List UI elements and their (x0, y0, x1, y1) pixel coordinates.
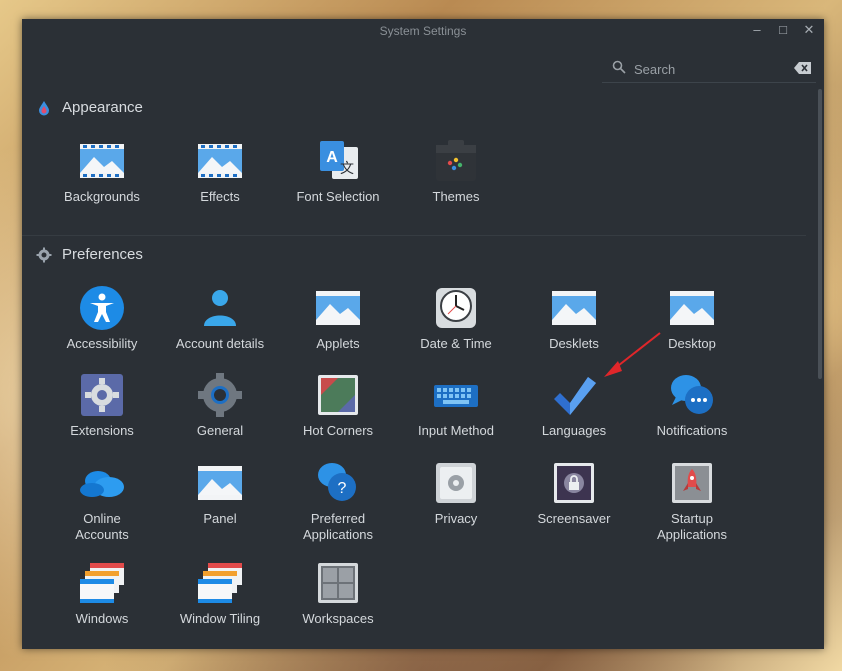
item-label: Panel (203, 511, 237, 526)
item-label: Font Selection (296, 189, 380, 204)
item-label: Input Method (418, 423, 494, 438)
safe-icon (436, 463, 476, 503)
item-preferred-applications[interactable]: ? Preferred Applications (280, 459, 396, 543)
languages-checkmark-icon (554, 377, 596, 415)
item-label: Online Accounts (75, 511, 129, 542)
section-appearance: Appearance (36, 99, 143, 116)
item-label: Languages (541, 423, 607, 438)
notifications-chat-icon (671, 375, 713, 414)
font-selection-icon: A 文 (320, 141, 358, 179)
window-tiling-icon (198, 563, 242, 603)
cloud-icon (80, 471, 124, 497)
item-label: Backgrounds (64, 189, 140, 204)
item-label: Extensions (70, 423, 134, 438)
item-label: Preferred Applications (302, 511, 374, 542)
item-hot-corners[interactable]: Hot Corners (280, 371, 396, 439)
desktop-icon (670, 291, 714, 325)
item-label: Window Tiling (179, 611, 261, 626)
preferences-gear-icon (36, 247, 52, 262)
item-label: Themes (432, 189, 480, 204)
item-accessibility[interactable]: Accessibility (44, 284, 160, 352)
accessibility-icon (80, 286, 124, 330)
item-date-time[interactable]: Date & Time (398, 284, 514, 352)
section-title: Preferences (62, 246, 143, 263)
item-online-accounts[interactable]: Online Accounts (44, 459, 160, 543)
applets-icon (316, 291, 360, 325)
svg-text:?: ? (338, 480, 347, 497)
rocket-icon (672, 463, 712, 503)
search-icon (612, 60, 626, 74)
item-label: Startup Applications (656, 511, 728, 542)
item-applets[interactable]: Applets (280, 284, 396, 352)
extensions-icon (81, 374, 123, 416)
panel-icon (198, 466, 242, 500)
screensaver-lock-icon (554, 463, 594, 503)
minimize-button[interactable]: – (750, 23, 764, 37)
desklets-icon (552, 291, 596, 325)
item-themes[interactable]: Themes (398, 137, 514, 205)
item-label: Privacy (434, 511, 478, 526)
item-panel[interactable]: Panel (162, 459, 278, 527)
section-divider (22, 235, 806, 236)
scrollbar[interactable] (818, 89, 822, 379)
item-label: Screensaver (537, 511, 611, 526)
item-label: Account details (175, 336, 265, 351)
svg-text:文: 文 (340, 161, 354, 177)
system-settings-window: System Settings – □ ✕ Appearance (22, 19, 824, 649)
search-input[interactable] (632, 58, 786, 80)
backgrounds-icon (80, 144, 124, 178)
general-gear-icon (198, 373, 242, 417)
window-title: System Settings (379, 24, 467, 38)
workspaces-icon (318, 563, 358, 603)
item-workspaces[interactable]: Workspaces (280, 559, 396, 627)
item-desktop[interactable]: Desktop (634, 284, 750, 352)
item-backgrounds[interactable]: Backgrounds (44, 137, 160, 205)
search-box[interactable] (602, 54, 816, 83)
item-account-details[interactable]: Account details (162, 284, 278, 352)
item-font-selection[interactable]: A 文 Font Selection (280, 137, 396, 205)
item-label: Date & Time (420, 336, 492, 351)
close-button[interactable]: ✕ (802, 23, 816, 37)
themes-icon (436, 140, 476, 181)
section-preferences: Preferences (36, 246, 143, 263)
item-label: Desklets (549, 336, 599, 351)
item-label: Windows (75, 611, 129, 626)
item-languages[interactable]: Languages (516, 371, 632, 439)
item-notifications[interactable]: Notifications (634, 371, 750, 439)
item-label: Applets (316, 336, 360, 351)
item-label: Workspaces (302, 611, 374, 626)
item-effects[interactable]: Effects (162, 137, 278, 205)
preferred-applications-icon: ? (318, 463, 356, 501)
effects-icon (198, 144, 242, 178)
item-startup-applications[interactable]: Startup Applications (634, 459, 750, 543)
item-screensaver[interactable]: Screensaver (516, 459, 632, 527)
item-label: Effects (200, 189, 240, 204)
item-label: Hot Corners (302, 423, 374, 438)
item-label: Accessibility (66, 336, 138, 351)
titlebar[interactable]: System Settings – □ ✕ (22, 19, 824, 44)
clear-search-icon[interactable] (794, 61, 812, 75)
item-extensions[interactable]: Extensions (44, 371, 160, 439)
clock-icon (436, 288, 476, 328)
keyboard-icon (434, 385, 478, 407)
appearance-icon (39, 100, 49, 115)
item-general[interactable]: General (162, 371, 278, 439)
item-desklets[interactable]: Desklets (516, 284, 632, 352)
item-label: General (196, 423, 244, 438)
item-privacy[interactable]: Privacy (398, 459, 514, 527)
svg-text:A: A (326, 149, 338, 166)
section-title: Appearance (62, 99, 143, 116)
item-input-method[interactable]: Input Method (398, 371, 514, 439)
windows-icon (80, 563, 124, 603)
item-windows[interactable]: Windows (44, 559, 160, 627)
hot-corners-icon (318, 375, 358, 415)
maximize-button[interactable]: □ (776, 23, 790, 37)
account-details-icon (204, 290, 236, 326)
item-window-tiling[interactable]: Window Tiling (162, 559, 278, 627)
item-label: Notifications (656, 423, 728, 438)
item-label: Desktop (668, 336, 716, 351)
